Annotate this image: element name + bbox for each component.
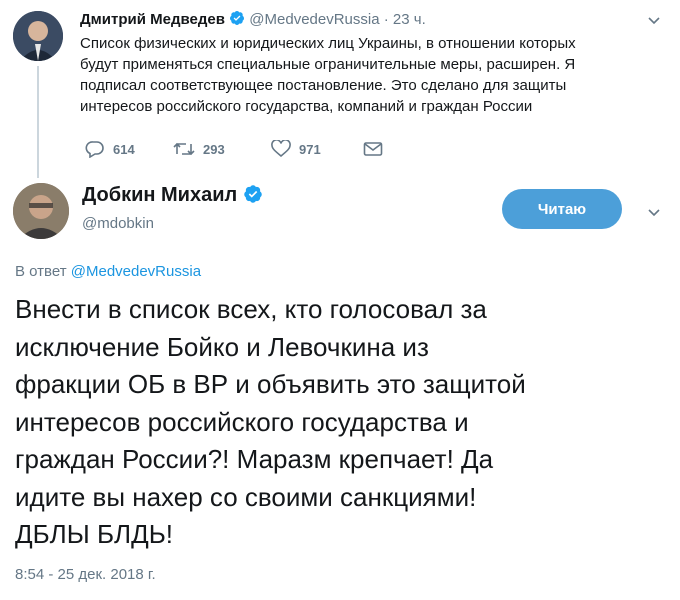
tweet-text-line: Список физических и юридических лиц Укра…: [80, 35, 576, 52]
tweet-text-line: исключение Бойко и Левочкина из: [15, 331, 429, 362]
like-count: 971: [299, 141, 321, 157]
tweet-time[interactable]: 23 ч.: [393, 11, 426, 28]
thread-line: [37, 66, 39, 178]
reply-prefix: В ответ: [15, 263, 67, 280]
retweet-count: 293: [203, 141, 225, 157]
author-handle[interactable]: @mdobkin: [82, 215, 154, 232]
envelope-icon: [363, 142, 383, 156]
tweet-text-line: ДБЛЫ БЛДЬ!: [15, 519, 173, 549]
reply-handle-link[interactable]: @MedvedevRussia: [71, 263, 201, 280]
chevron-down-icon[interactable]: [646, 204, 662, 225]
verified-badge-icon: [229, 10, 245, 30]
tweet-text-line: интересов российского государства, компа…: [80, 98, 533, 115]
author-name[interactable]: Дмитрий Медведев: [80, 11, 225, 28]
reply-context: В ответ @MedvedevRussia: [15, 263, 201, 280]
parent-tweet-text: Список физических и юридических лиц Укра…: [80, 33, 640, 117]
tweet-text-line: будут применяться специальные ограничите…: [80, 56, 576, 73]
tweet-text-line: Внести в список всех, кто голосовал за: [15, 294, 487, 324]
avatar[interactable]: [13, 11, 63, 61]
separator: ·: [383, 11, 389, 28]
tweet-text-line: интересов российского государства и: [15, 406, 469, 437]
avatar[interactable]: [13, 183, 69, 239]
tweet-text-line: подписал соответствующее постановление. …: [80, 77, 567, 94]
retweet-icon: [173, 142, 195, 156]
tweet-text-line: граждан России?! Маразм крепчает! Да: [15, 444, 494, 474]
heart-icon: [271, 140, 291, 158]
like-button[interactable]: 971: [271, 140, 363, 158]
tweet-text-line: фракции ОБ в ВР и объявить это защитой: [15, 369, 526, 399]
reply-button[interactable]: 614: [85, 140, 173, 158]
reply-count: 614: [113, 141, 135, 157]
main-tweet-text: Внести в список всех, кто голосовал за и…: [15, 291, 665, 554]
author-header: Добкин Михаил: [82, 184, 263, 210]
author-name[interactable]: Добкин Михаил: [82, 184, 237, 206]
verified-badge-icon: [243, 184, 263, 210]
following-button[interactable]: Читаю: [502, 189, 622, 229]
author-handle[interactable]: @MedvedevRussia: [249, 11, 379, 28]
parent-tweet-header: Дмитрий Медведев @MedvedevRussia · 23 ч.: [80, 10, 426, 30]
tweet-text-line: идите вы нахер со своими санкциями!: [15, 481, 477, 512]
direct-message-button[interactable]: [363, 141, 391, 157]
tweet-actions: 614 293 971: [85, 138, 391, 160]
chevron-down-icon[interactable]: [646, 12, 662, 33]
retweet-button[interactable]: 293: [173, 140, 271, 158]
tweet-timestamp[interactable]: 8:54 - 25 дек. 2018 г.: [15, 566, 156, 583]
reply-icon: [85, 141, 104, 158]
